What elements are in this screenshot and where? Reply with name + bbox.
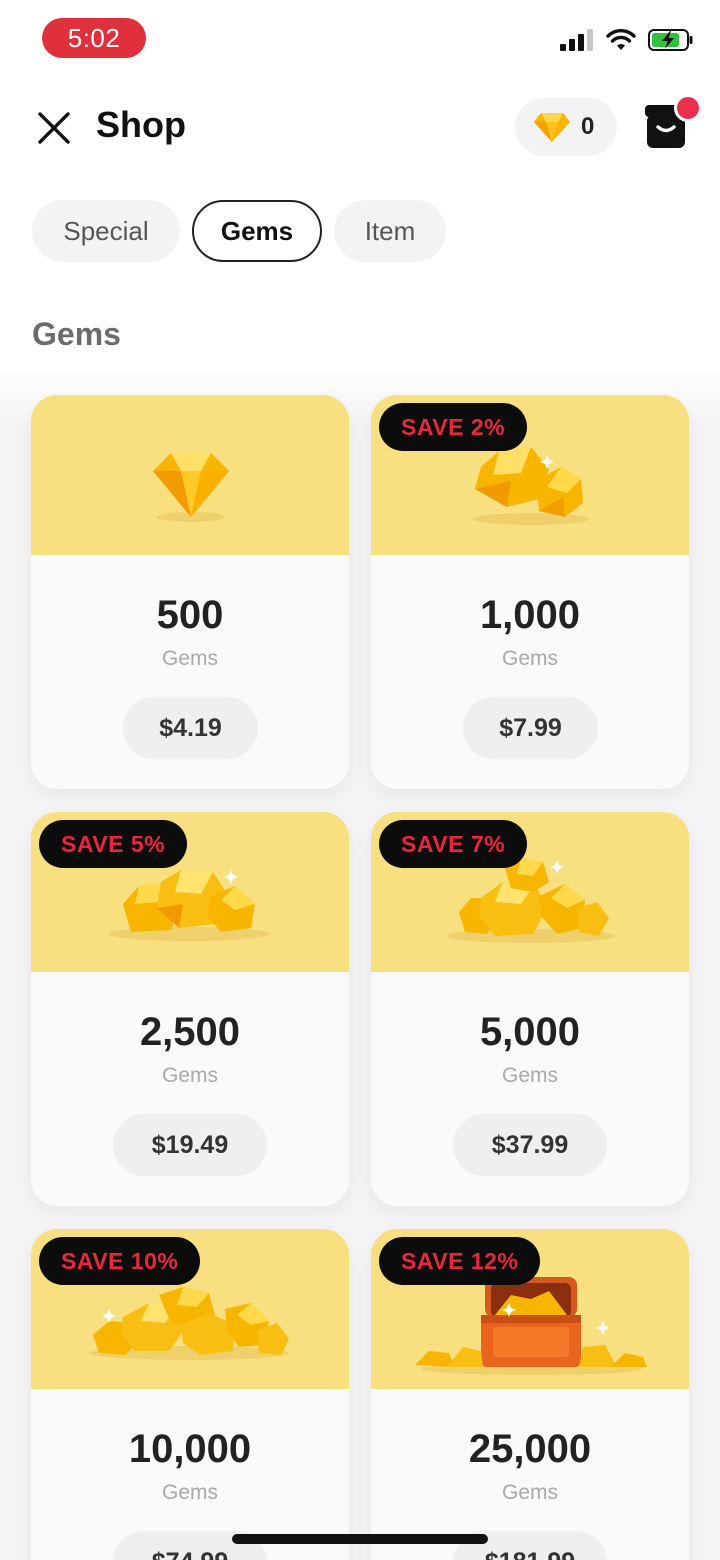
gem-unit: Gems [161,1481,218,1504]
gem-unit: Gems [161,1064,218,1087]
discount-badge: SAVE 7% [379,820,528,868]
tab-special[interactable]: Special [32,200,180,262]
product-card[interactable]: SAVE 5% 2,500 Gems $19.49 [31,812,349,1206]
page-title: Shop [96,104,186,145]
gem-balance[interactable]: 0 [515,98,617,156]
notification-dot [674,94,702,122]
status-time: 5:02 [42,18,146,58]
section-title: Gems [32,316,121,352]
gem-amount: 1,000 [479,593,581,637]
product-card[interactable]: 500 Gems $4.19 [31,395,349,789]
product-card[interactable]: SAVE 2% 1,000 Gems $7.99 [371,395,689,789]
gem-amount: 5,000 [479,1010,581,1054]
product-card[interactable]: SAVE 12% 25,000 Gems $181.99 [371,1229,689,1560]
gem-amount: 500 [156,593,224,637]
home-indicator [232,1534,488,1544]
discount-badge: SAVE 12% [379,1237,541,1285]
gem-unit: Gems [501,1481,558,1504]
tab-gems[interactable]: Gems [192,200,322,262]
product-card[interactable]: SAVE 7% 5,000 Gems $37.99 [371,812,689,1206]
price-button[interactable]: $37.99 [453,1114,607,1176]
discount-badge: SAVE 10% [39,1237,201,1285]
wifi-icon [606,29,636,50]
gem-amount: 25,000 [468,1427,592,1471]
gem-icon [534,113,570,142]
gem-amount: 2,500 [139,1010,241,1054]
gem-unit: Gems [161,647,218,670]
price-button[interactable]: $7.99 [463,697,598,759]
battery-icon [648,29,693,51]
tab-item[interactable]: Item [334,200,446,262]
discount-badge: SAVE 5% [39,820,188,868]
gem-balance-value: 0 [581,113,595,140]
product-card[interactable]: SAVE 10% 10,000 Gems $74.99 [31,1229,349,1560]
gem-amount: 10,000 [128,1427,252,1471]
gem-single-icon [153,453,229,522]
status-icons [560,28,694,52]
category-tabs: Special Gems Item [32,200,446,262]
header: Shop 0 [0,90,720,166]
close-icon[interactable] [32,106,76,150]
signal-icon [560,29,593,51]
discount-badge: SAVE 2% [379,403,528,451]
price-button[interactable]: $4.19 [123,697,258,759]
gem-unit: Gems [501,1064,558,1087]
gem-unit: Gems [501,647,558,670]
status-bar: 5:02 [0,0,720,80]
price-button[interactable]: $19.49 [113,1114,267,1176]
